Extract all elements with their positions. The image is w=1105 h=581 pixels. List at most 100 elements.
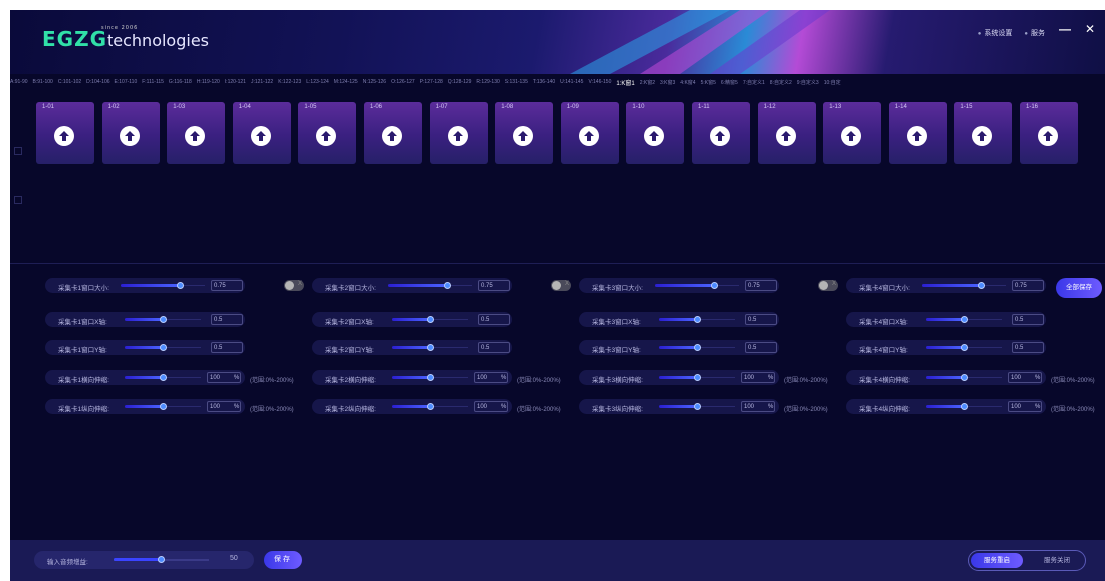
upload-arrow-icon[interactable]	[54, 126, 74, 146]
tab-8[interactable]: I:120-121	[225, 79, 246, 85]
tab-23[interactable]: 2:K窗2	[640, 79, 655, 86]
side-icon[interactable]	[14, 196, 22, 204]
tab-31[interactable]: 10:自定	[824, 79, 841, 86]
tab-12[interactable]: M:124-125	[334, 79, 358, 85]
tab-16[interactable]: Q:128-129	[448, 79, 472, 85]
tab-5[interactable]: F:111-115	[142, 79, 164, 85]
upload-card[interactable]: 1-09	[560, 102, 619, 164]
upload-arrow-icon[interactable]	[382, 126, 402, 146]
slider-handle[interactable]	[443, 282, 451, 289]
value-input[interactable]: 100%	[1008, 372, 1042, 383]
slider-handle[interactable]	[160, 403, 167, 410]
upload-arrow-icon[interactable]	[644, 126, 665, 146]
slider-handle[interactable]	[694, 344, 701, 351]
slider-handle[interactable]	[710, 282, 718, 289]
upload-card[interactable]: 1-02	[101, 102, 160, 164]
upload-arrow-icon[interactable]	[316, 126, 337, 146]
slider-handle[interactable]	[961, 403, 968, 410]
tab-1[interactable]: B:91-100	[33, 79, 53, 85]
close-button[interactable]: ✕	[1085, 22, 1095, 36]
upload-arrow-icon[interactable]	[250, 126, 271, 146]
upload-arrow-icon[interactable]	[906, 126, 927, 146]
tab-9[interactable]: J:121-122	[251, 79, 273, 85]
upload-card[interactable]: 1-15	[954, 102, 1013, 164]
value-input[interactable]: 0.75	[478, 280, 510, 291]
value-input[interactable]: 0.5	[1012, 314, 1044, 325]
slider-handle[interactable]	[427, 316, 434, 323]
tab-6[interactable]: G:116-118	[169, 79, 192, 85]
tab-15[interactable]: P:127-128	[420, 79, 443, 85]
tab-21[interactable]: V:146-150	[588, 79, 611, 85]
value-input[interactable]: 0.5	[211, 314, 243, 325]
upload-arrow-icon[interactable]	[578, 126, 599, 146]
capture-card-toggle[interactable]: X	[818, 280, 838, 291]
upload-arrow-icon[interactable]	[710, 126, 730, 146]
tab-19[interactable]: T:136-140	[533, 79, 555, 85]
upload-card[interactable]: 1-03	[167, 102, 226, 164]
upload-card[interactable]: 1-14	[888, 102, 947, 164]
tab-17[interactable]: R:129-130	[476, 79, 499, 85]
slider-handle[interactable]	[694, 403, 701, 410]
upload-arrow-icon[interactable]	[513, 126, 534, 146]
value-input[interactable]: 0.5	[211, 342, 243, 353]
upload-card[interactable]: 1-11	[692, 102, 750, 164]
upload-card[interactable]: 1-08	[495, 102, 554, 164]
nav-service[interactable]: 服务	[1024, 28, 1045, 38]
service-close-button[interactable]: 服务关闭	[1031, 553, 1083, 568]
value-input[interactable]: 0.5	[745, 314, 777, 325]
tab-26[interactable]: 5:K窗5	[701, 79, 716, 86]
value-input[interactable]: 100%	[1008, 401, 1042, 412]
tab-27[interactable]: 6:精窗5	[721, 79, 738, 86]
slider-handle[interactable]	[694, 316, 701, 323]
tab-18[interactable]: S:131-135	[505, 79, 528, 85]
upload-card[interactable]: 1-07	[429, 102, 488, 164]
tab-10[interactable]: K:122-123	[278, 79, 301, 85]
tab-24[interactable]: 3:K窗3	[660, 79, 675, 86]
tab-20[interactable]: U:141-145	[560, 79, 583, 85]
tab-2[interactable]: C:101-102	[58, 79, 81, 85]
side-icon[interactable]	[14, 147, 22, 155]
tab-29[interactable]: 8:自定义2	[770, 79, 792, 86]
value-input[interactable]: 100%	[741, 401, 775, 412]
upload-card[interactable]: 1-01	[36, 102, 94, 164]
service-restart-button[interactable]: 服务重启	[971, 553, 1023, 568]
tab-25[interactable]: 4:K窗4	[680, 79, 695, 86]
upload-arrow-icon[interactable]	[1038, 126, 1058, 146]
upload-card[interactable]: 1-05	[298, 102, 357, 164]
slider-handle[interactable]	[961, 316, 968, 323]
value-input[interactable]: 100%	[741, 372, 775, 383]
gain-slider-handle[interactable]	[158, 556, 165, 563]
slider-handle[interactable]	[160, 344, 167, 351]
tab-28[interactable]: 7:自定义1	[743, 79, 765, 86]
value-input[interactable]: 0.5	[478, 342, 510, 353]
upload-arrow-icon[interactable]	[447, 126, 468, 146]
upload-card[interactable]: 1-06	[364, 102, 422, 164]
slider-handle[interactable]	[176, 282, 184, 289]
upload-arrow-icon[interactable]	[185, 126, 206, 146]
slider-handle[interactable]	[961, 344, 968, 351]
value-input[interactable]: 100%	[207, 372, 241, 383]
slider-handle[interactable]	[427, 403, 434, 410]
slider-handle[interactable]	[961, 374, 968, 381]
upload-arrow-icon[interactable]	[841, 126, 862, 146]
slider-handle[interactable]	[160, 316, 167, 323]
slider-handle[interactable]	[977, 282, 985, 289]
slider-handle[interactable]	[427, 344, 434, 351]
value-input[interactable]: 100%	[474, 372, 508, 383]
upload-card[interactable]: 1-04	[232, 102, 291, 164]
value-input[interactable]: 100%	[207, 401, 241, 412]
tab-11[interactable]: L:123-124	[306, 79, 329, 85]
upload-card[interactable]: 1-13	[823, 102, 882, 164]
tab-14[interactable]: O:126-127	[391, 79, 415, 85]
value-input[interactable]: 0.5	[745, 342, 777, 353]
minimize-button[interactable]: —	[1059, 22, 1071, 36]
capture-card-toggle[interactable]: X	[551, 280, 571, 291]
tab-13[interactable]: N:125-126	[363, 79, 386, 85]
value-input[interactable]: 0.75	[211, 280, 243, 291]
tab-4[interactable]: E:107-110	[115, 79, 138, 85]
tab-30[interactable]: 9:自定义3	[797, 79, 819, 86]
value-input[interactable]: 100%	[474, 401, 508, 412]
slider-handle[interactable]	[160, 374, 167, 381]
upload-card[interactable]: 1-10	[626, 102, 685, 164]
value-input[interactable]: 0.5	[1012, 342, 1044, 353]
